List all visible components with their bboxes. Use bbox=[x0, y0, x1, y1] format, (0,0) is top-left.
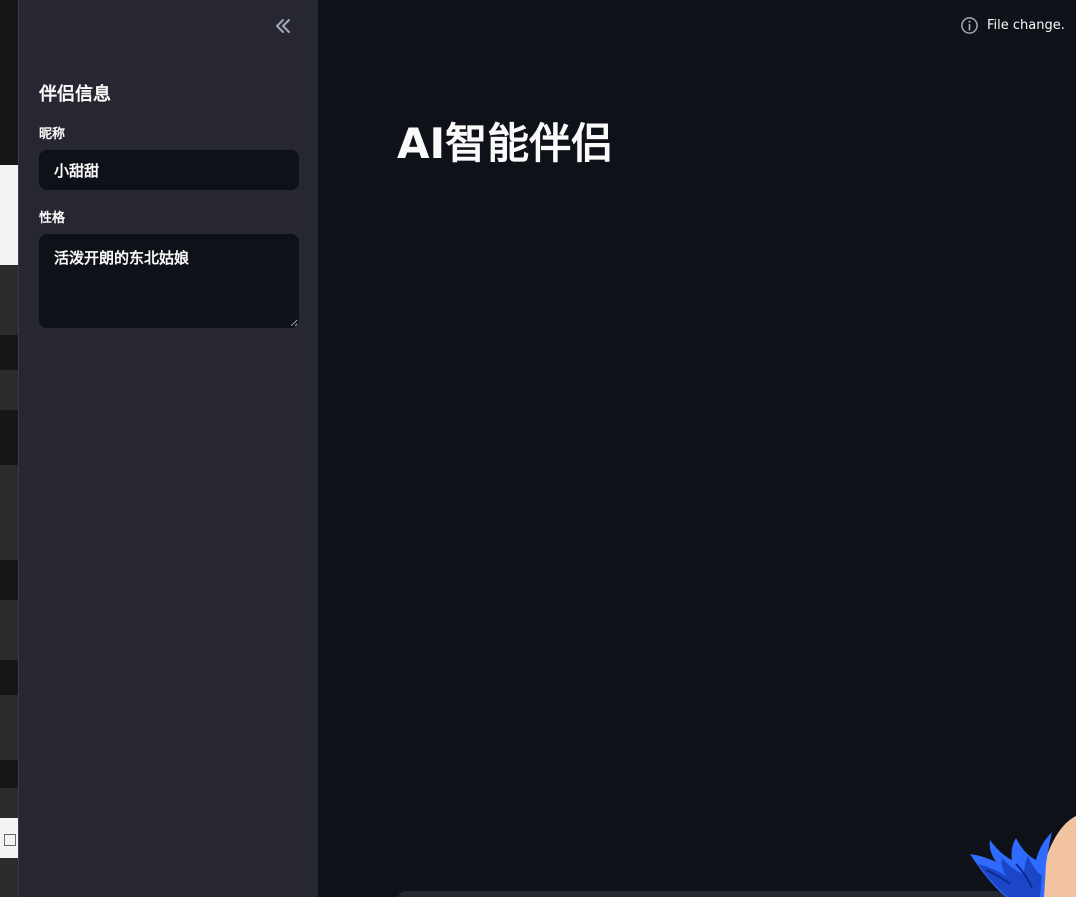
background-window-edge bbox=[0, 0, 18, 897]
nickname-input[interactable] bbox=[39, 150, 299, 190]
app-window: 伴侣信息 昵称 性格 活泼开朗的东北姑娘 File change. AI智能伴侣 bbox=[0, 0, 1076, 897]
collapse-sidebar-button[interactable] bbox=[271, 14, 295, 38]
status-indicator: File change. bbox=[960, 15, 1065, 35]
nickname-label: 昵称 bbox=[39, 127, 66, 142]
status-text: File change. bbox=[987, 17, 1065, 33]
sidebar: 伴侣信息 昵称 性格 活泼开朗的东北姑娘 bbox=[18, 0, 318, 897]
personality-textarea[interactable]: 活泼开朗的东北姑娘 bbox=[39, 234, 299, 328]
chat-input[interactable] bbox=[398, 891, 1058, 897]
background-checkbox bbox=[4, 834, 16, 846]
info-icon bbox=[961, 16, 978, 34]
anime-character-icon bbox=[970, 816, 1076, 897]
sidebar-header: 伴侣信息 bbox=[39, 84, 111, 105]
page-title: AI智能伴侣 bbox=[397, 119, 614, 168]
chevron-double-left-icon bbox=[276, 19, 290, 33]
personality-label: 性格 bbox=[39, 211, 66, 226]
